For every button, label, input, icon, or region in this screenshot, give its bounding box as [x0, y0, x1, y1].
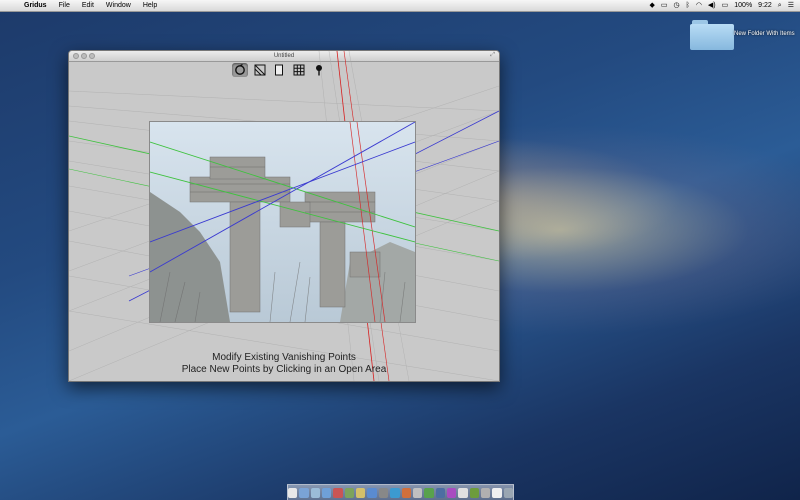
itunes-icon[interactable] [446, 487, 457, 498]
app-icon-orange[interactable] [401, 487, 411, 498]
bluetooth-icon[interactable]: ᛒ [686, 0, 690, 11]
instruction-line-2: Place New Points by Clicking in an Open … [181, 364, 387, 375]
launchpad-icon[interactable] [299, 487, 309, 498]
grid-tool-button[interactable] [291, 63, 307, 77]
messages-icon[interactable] [344, 487, 355, 498]
app-store-icon[interactable] [367, 487, 377, 498]
spotlight-icon[interactable]: ⌕ [778, 0, 782, 11]
battery-icon[interactable]: ▭ [722, 0, 729, 11]
instruction-line-1: Modify Existing Vanishing Points [212, 352, 356, 363]
blank-page-tool-button[interactable] [272, 63, 288, 77]
tool-palette [232, 61, 327, 79]
menu-extras: ◆ ▭ ◷ ᛒ ◠ ◀) ▭ 100% 9:22 ⌕ ☰ [649, 0, 800, 11]
vanishing-point-icon [254, 64, 266, 76]
menu-file[interactable]: File [53, 0, 76, 11]
document-icon[interactable] [492, 487, 502, 498]
notification-center-icon[interactable]: ☰ [788, 0, 794, 11]
menu-bar: Gridus File Edit Window Help ◆ ▭ ◷ ᛒ ◠ ◀… [0, 0, 800, 12]
rotate-tool-button[interactable] [232, 63, 248, 77]
menu-edit[interactable]: Edit [76, 0, 100, 11]
gridus-icon[interactable] [458, 487, 468, 498]
preview-icon[interactable] [412, 487, 423, 498]
dock [287, 484, 514, 500]
app-icon-green[interactable] [469, 487, 479, 498]
system-preferences-icon[interactable] [378, 487, 389, 498]
vanishing-point-tool-button[interactable] [252, 63, 268, 77]
battery-percent: 100% [734, 2, 753, 9]
calendar-icon[interactable] [333, 487, 343, 498]
finder-icon[interactable] [288, 487, 298, 498]
desktop-folder-label: New Folder With Items [734, 31, 795, 37]
blank-page-icon [275, 64, 284, 76]
menu-help[interactable]: Help [137, 0, 163, 11]
menu-app-name[interactable]: Gridus [18, 0, 53, 11]
app-window: Untitled ⤢ Modify Existing Vanishing Poi… [68, 50, 500, 382]
notes-icon[interactable] [356, 487, 366, 498]
keynote-icon[interactable] [435, 487, 445, 498]
reference-photo-canvas[interactable] [149, 121, 416, 323]
rotate-icon [234, 64, 245, 75]
numbers-icon[interactable] [424, 487, 434, 498]
app-icon-s[interactable] [390, 487, 400, 498]
pin-tool-button[interactable] [311, 63, 327, 77]
pin-icon [316, 65, 323, 76]
volume-icon[interactable]: ◀) [708, 0, 716, 11]
desktop-folder-icon[interactable] [690, 20, 734, 50]
wifi-icon[interactable]: ◠ [696, 0, 702, 11]
battery-status-icon[interactable]: ▭ [661, 0, 668, 11]
building-photo-image [150, 122, 415, 322]
trash-icon[interactable] [503, 487, 513, 498]
grid-icon [293, 64, 305, 76]
clock[interactable]: 9:22 [758, 0, 772, 11]
safari-icon[interactable] [322, 487, 332, 498]
time-machine-icon[interactable]: ◷ [674, 0, 680, 11]
terminal-icon[interactable] [480, 487, 491, 498]
mission-control-icon[interactable] [310, 487, 321, 498]
menu-window[interactable]: Window [100, 0, 137, 11]
dropbox-icon[interactable]: ◆ [649, 0, 654, 11]
